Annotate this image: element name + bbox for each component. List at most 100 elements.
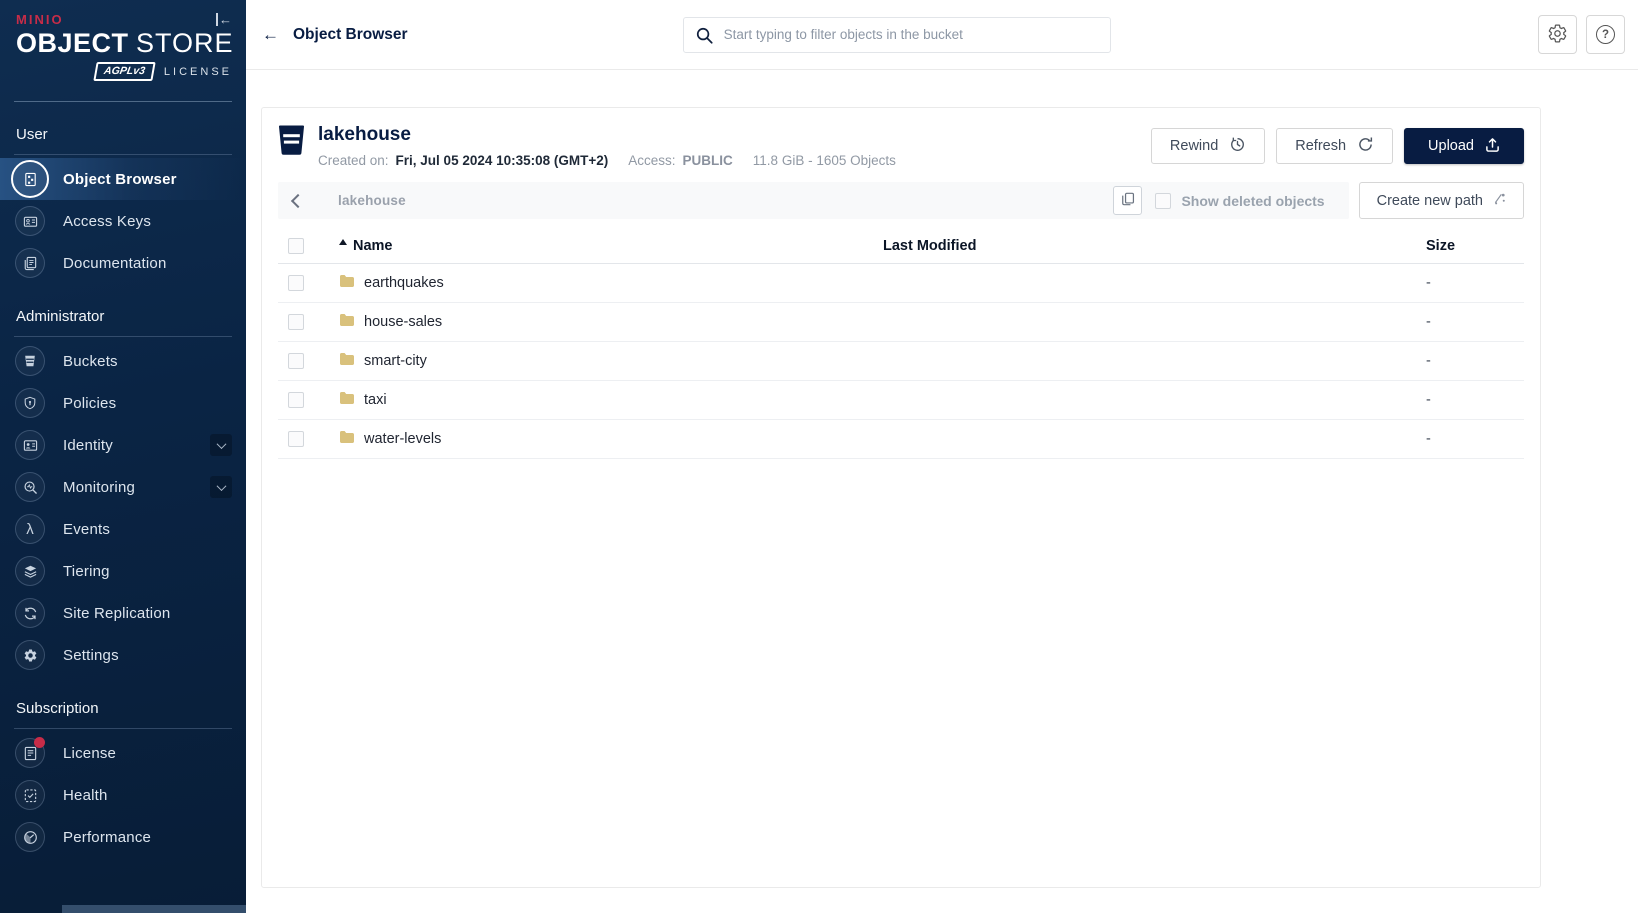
- show-deleted-checkbox[interactable]: [1155, 192, 1172, 209]
- app-root: MINIO ← OBJECT STORE AGPLv3 LICENSE User…: [0, 0, 1638, 913]
- sidebar-item-label: Object Browser: [63, 170, 177, 188]
- sort-asc-icon: [339, 239, 347, 245]
- sidebar-item-label: License: [63, 744, 117, 762]
- section-divider: [14, 728, 232, 729]
- minio-brand: MINIO: [16, 12, 64, 27]
- column-header-name[interactable]: Name: [336, 238, 883, 254]
- sidebar-item-health[interactable]: Health: [0, 774, 246, 816]
- object-name[interactable]: house-sales: [364, 314, 442, 330]
- product-title-bold: OBJECT: [16, 28, 129, 58]
- section-divider: [14, 336, 232, 337]
- row-checkbox[interactable]: [288, 275, 304, 291]
- collapse-sidebar-icon[interactable]: ←: [216, 13, 232, 26]
- content-area: lakehouse Created on: Fri, Jul 05 2024 10…: [246, 70, 1638, 913]
- sidebar-item-monitoring[interactable]: Monitoring: [0, 466, 246, 508]
- section-label-user: User: [16, 126, 48, 143]
- column-header-size[interactable]: Size: [1426, 238, 1524, 254]
- sidebar-item-label: Tiering: [63, 562, 110, 580]
- section-divider: [14, 154, 232, 155]
- sidebar-item-label: Monitoring: [63, 478, 136, 496]
- size-cell: -: [1426, 275, 1431, 291]
- back-navigation[interactable]: ← Object Browser: [262, 25, 408, 45]
- bucket-actions: Rewind Refresh Upload: [1150, 124, 1524, 168]
- bucket-panel: lakehouse Created on: Fri, Jul 05 2024 10…: [261, 107, 1541, 888]
- chevron-down-icon[interactable]: [210, 434, 232, 456]
- sidebar-item-label: Settings: [63, 646, 119, 664]
- settings-gear-icon: [15, 640, 45, 670]
- path-bar: lakehouse Show deleted objects Create ne…: [278, 182, 1524, 219]
- search-input[interactable]: [682, 16, 1111, 53]
- rewind-button[interactable]: Rewind: [1150, 128, 1266, 164]
- row-checkbox[interactable]: [288, 314, 304, 330]
- top-bar: ← Object Browser ?: [246, 0, 1638, 70]
- search-icon: [695, 26, 714, 50]
- sidebar-item-events[interactable]: λ Events: [0, 508, 246, 550]
- path-strip: lakehouse Show deleted objects: [278, 182, 1349, 219]
- sidebar-item-label: Identity: [63, 436, 113, 454]
- sidebar-item-access-keys[interactable]: Access Keys: [0, 200, 246, 242]
- bucket-icon: [278, 124, 305, 168]
- sidebar: MINIO ← OBJECT STORE AGPLv3 LICENSE User…: [0, 0, 246, 913]
- created-value: Fri, Jul 05 2024 10:35:08 (GMT+2): [395, 153, 609, 168]
- performance-icon: [15, 822, 45, 852]
- bucket-meta: Created on: Fri, Jul 05 2024 10:35:08 (GM…: [318, 153, 896, 168]
- object-name[interactable]: smart-city: [364, 353, 427, 369]
- sidebar-item-documentation[interactable]: Documentation: [0, 242, 246, 284]
- table-row[interactable]: taxi -: [278, 381, 1524, 420]
- row-checkbox[interactable]: [288, 353, 304, 369]
- sidebar-item-policies[interactable]: Policies: [0, 382, 246, 424]
- sidebar-item-object-browser[interactable]: Object Browser: [0, 158, 246, 200]
- sidebar-item-label: Site Replication: [63, 604, 171, 622]
- folder-icon: [339, 274, 355, 292]
- table-row[interactable]: house-sales -: [278, 303, 1524, 342]
- rewind-icon: [1229, 136, 1246, 157]
- sidebar-bottom-glow: [62, 905, 246, 913]
- upload-button[interactable]: Upload: [1404, 128, 1524, 164]
- help-icon: ?: [1596, 25, 1615, 44]
- table-row[interactable]: earthquakes -: [278, 264, 1524, 303]
- upload-label: Upload: [1428, 138, 1474, 154]
- sidebar-item-identity[interactable]: Identity: [0, 424, 246, 466]
- access-keys-icon: [15, 206, 45, 236]
- section-label-administrator: Administrator: [16, 308, 105, 325]
- buckets-icon: [15, 346, 45, 376]
- folder-icon: [339, 352, 355, 370]
- table-row[interactable]: smart-city -: [278, 342, 1524, 381]
- sidebar-item-performance[interactable]: Performance: [0, 816, 246, 858]
- product-title-light: STORE: [136, 28, 234, 58]
- sidebar-item-site-replication[interactable]: Site Replication: [0, 592, 246, 634]
- row-checkbox[interactable]: [288, 392, 304, 408]
- access-value[interactable]: PUBLIC: [683, 153, 733, 168]
- column-header-last-modified[interactable]: Last Modified: [883, 238, 1426, 254]
- row-checkbox[interactable]: [288, 431, 304, 447]
- bucket-usage: 11.8 GiB - 1605 Objects: [752, 153, 896, 168]
- sidebar-item-buckets[interactable]: Buckets: [0, 340, 246, 382]
- bucket-name: lakehouse: [318, 124, 411, 145]
- gear-icon: [1547, 23, 1568, 47]
- sidebar-item-settings[interactable]: Settings: [0, 634, 246, 676]
- section-label-subscription: Subscription: [16, 700, 99, 717]
- object-name[interactable]: taxi: [364, 392, 387, 408]
- navigate-up-button[interactable]: [278, 182, 318, 219]
- refresh-icon: [1357, 136, 1374, 157]
- create-path-icon: [1493, 192, 1506, 209]
- create-new-path-button[interactable]: Create new path: [1358, 182, 1524, 219]
- table-row[interactable]: water-levels -: [278, 420, 1524, 459]
- object-name[interactable]: water-levels: [364, 431, 441, 447]
- show-deleted-toggle[interactable]: Show deleted objects: [1155, 192, 1325, 209]
- object-name[interactable]: earthquakes: [364, 275, 444, 291]
- main-area: ← Object Browser ?: [246, 0, 1638, 913]
- copy-path-button[interactable]: [1113, 186, 1143, 215]
- search-container: [682, 16, 1111, 53]
- settings-button[interactable]: [1538, 15, 1577, 54]
- chevron-down-icon[interactable]: [210, 476, 232, 498]
- license-word: LICENSE: [163, 65, 232, 78]
- sidebar-item-label: Performance: [63, 828, 152, 846]
- help-button[interactable]: ?: [1586, 15, 1625, 54]
- refresh-button[interactable]: Refresh: [1276, 128, 1394, 164]
- sidebar-item-tiering[interactable]: Tiering: [0, 550, 246, 592]
- select-all-checkbox[interactable]: [288, 237, 304, 254]
- logo-block: MINIO ← OBJECT STORE AGPLv3 LICENSE: [0, 0, 246, 95]
- sidebar-item-license[interactable]: License: [0, 732, 246, 774]
- back-arrow-icon[interactable]: ←: [262, 25, 279, 45]
